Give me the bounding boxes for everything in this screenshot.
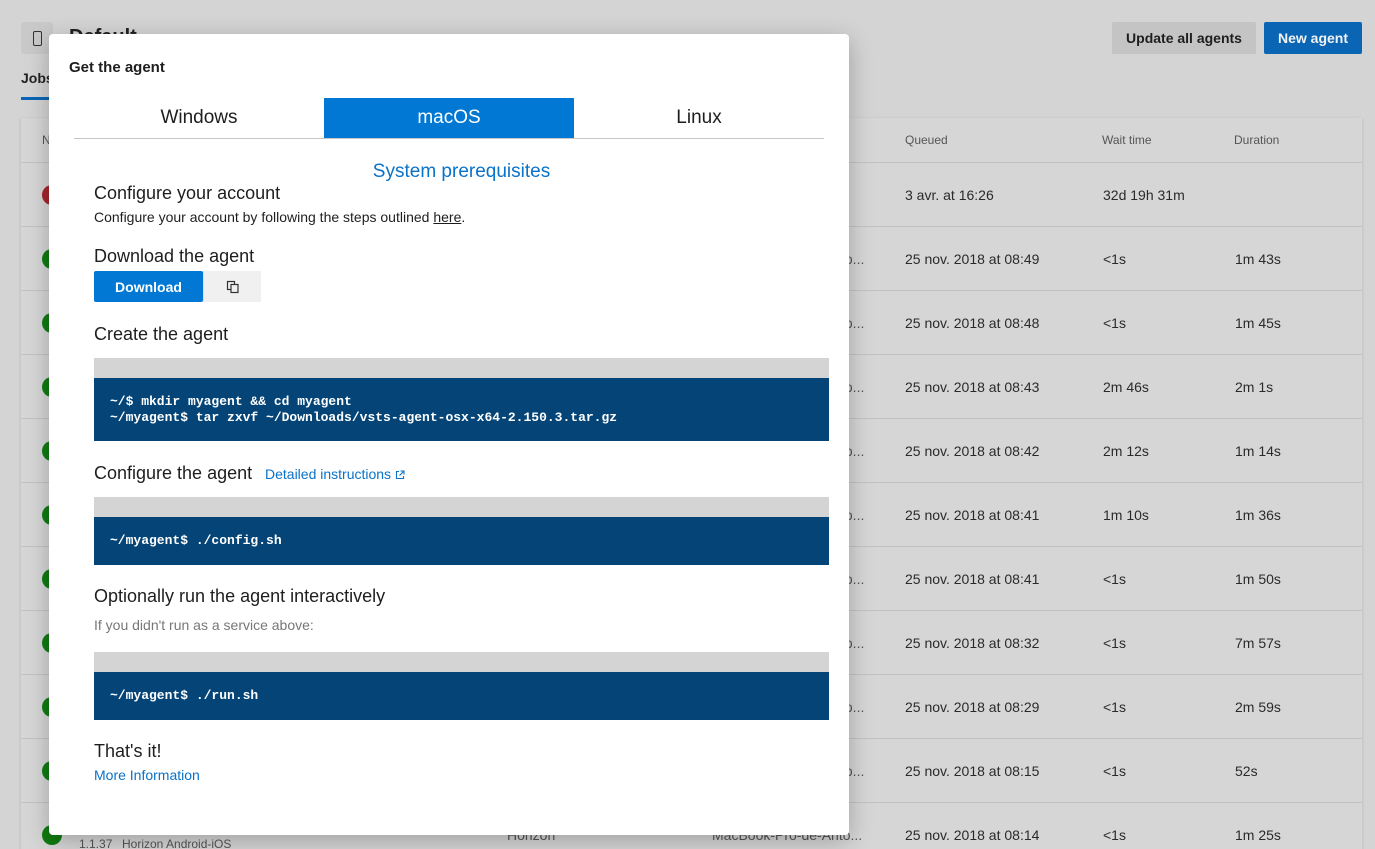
tab-linux[interactable]: Linux (574, 98, 824, 138)
queued-cell: 25 nov. 2018 at 08:41 (905, 507, 1040, 523)
tab-jobs-underline (21, 97, 51, 100)
create-agent-code-block: ~/$ mkdir myagent && cd myagent ~/myagen… (94, 358, 829, 441)
wait-time-cell: <1s (1103, 827, 1126, 843)
create-agent-code[interactable]: ~/$ mkdir myagent && cd myagent ~/myagen… (94, 378, 829, 441)
more-information-link[interactable]: More Information (94, 767, 200, 783)
device-icon (32, 30, 42, 46)
detailed-instructions-link[interactable]: Detailed instructions (265, 466, 405, 482)
wait-time-cell: <1s (1103, 699, 1126, 715)
copy-icon (226, 280, 239, 293)
duration-cell: 1m 50s (1235, 571, 1281, 587)
wait-time-cell: 32d 19h 31m (1103, 187, 1185, 203)
code-block-header (94, 497, 829, 517)
queued-cell: 25 nov. 2018 at 08:14 (905, 827, 1040, 843)
run-agent-code[interactable]: ~/myagent$ ./run.sh (94, 672, 829, 720)
duration-cell: 1m 25s (1235, 827, 1281, 843)
column-header-queued: Queued (905, 133, 948, 147)
code-block-header (94, 358, 829, 378)
queued-cell: 25 nov. 2018 at 08:41 (905, 571, 1040, 587)
wait-time-cell: <1s (1103, 571, 1126, 587)
queued-cell: 25 nov. 2018 at 08:49 (905, 251, 1040, 267)
queued-cell: 3 avr. at 16:26 (905, 187, 994, 203)
update-all-agents-button[interactable]: Update all agents (1112, 22, 1256, 54)
wait-time-cell: <1s (1103, 635, 1126, 651)
download-button[interactable]: Download (94, 271, 203, 302)
duration-cell: 52s (1235, 763, 1258, 779)
queued-cell: 25 nov. 2018 at 08:42 (905, 443, 1040, 459)
tab-windows[interactable]: Windows (74, 98, 324, 138)
copy-download-url-button[interactable] (203, 271, 261, 302)
configure-account-text-prefix: Configure your account by following the … (94, 209, 434, 225)
system-prerequisites-link[interactable]: System prerequisites (49, 161, 874, 183)
wait-time-cell: <1s (1103, 251, 1126, 267)
configure-account-heading: Configure your account (94, 183, 281, 203)
wait-time-cell: 2m 46s (1103, 379, 1149, 395)
dialog-title: Get the agent (69, 59, 165, 76)
wait-time-cell: 2m 12s (1103, 443, 1149, 459)
queued-cell: 25 nov. 2018 at 08:29 (905, 699, 1040, 715)
get-agent-dialog: Get the agent Windows macOS Linux System… (49, 34, 849, 835)
duration-cell: 2m 59s (1235, 699, 1281, 715)
column-header-duration: Duration (1234, 133, 1280, 147)
duration-cell: 1m 45s (1235, 315, 1281, 331)
definition-cell: Horizon Android-iOS (122, 837, 232, 849)
run-agent-code-block: ~/myagent$ ./run.sh (94, 652, 829, 720)
wait-time-cell: <1s (1103, 315, 1126, 331)
configure-agent-code[interactable]: ~/myagent$ ./config.sh (94, 517, 829, 565)
run-agent-note: If you didn't run as a service above: (94, 617, 314, 633)
queued-cell: 25 nov. 2018 at 08:43 (905, 379, 1040, 395)
duration-cell: 2m 1s (1235, 379, 1274, 395)
code-line: ~/$ mkdir myagent && cd myagent (110, 393, 352, 409)
queued-cell: 25 nov. 2018 at 08:48 (905, 315, 1040, 331)
configure-account-text-suffix: . (461, 209, 466, 225)
run-agent-heading: Optionally run the agent interactively (94, 586, 386, 606)
configure-account-text: Configure your account by following the … (94, 209, 465, 225)
thats-it-heading: That's it! (94, 741, 162, 761)
code-block-header (94, 652, 829, 672)
download-agent-heading: Download the agent (94, 246, 255, 266)
create-agent-heading: Create the agent (94, 324, 229, 344)
detailed-instructions-label: Detailed instructions (265, 466, 392, 482)
queued-cell: 25 nov. 2018 at 08:15 (905, 763, 1040, 779)
duration-cell: 7m 57s (1235, 635, 1281, 651)
os-tab-bar: Windows macOS Linux (74, 98, 824, 139)
column-header-wait: Wait time (1102, 133, 1152, 147)
code-line: ~/myagent$ tar zxvf ~/Downloads/vsts-age… (110, 409, 618, 425)
external-link-icon (396, 470, 405, 480)
wait-time-cell: 1m 10s (1103, 507, 1149, 523)
duration-cell: 1m 43s (1235, 251, 1281, 267)
code-line: ~/myagent$ ./config.sh (110, 533, 282, 548)
configure-agent-code-block: ~/myagent$ ./config.sh (94, 497, 829, 565)
duration-cell: 1m 36s (1235, 507, 1281, 523)
code-line: ~/myagent$ ./run.sh (110, 688, 259, 703)
wait-time-cell: <1s (1103, 763, 1126, 779)
configure-agent-heading: Configure the agent (94, 463, 253, 483)
build-number-cell: 1.1.37 (79, 837, 113, 849)
new-agent-button[interactable]: New agent (1264, 22, 1362, 54)
queued-cell: 25 nov. 2018 at 08:32 (905, 635, 1040, 651)
duration-cell: 1m 14s (1235, 443, 1281, 459)
here-link[interactable]: here (433, 209, 461, 225)
tab-macos[interactable]: macOS (324, 98, 574, 138)
